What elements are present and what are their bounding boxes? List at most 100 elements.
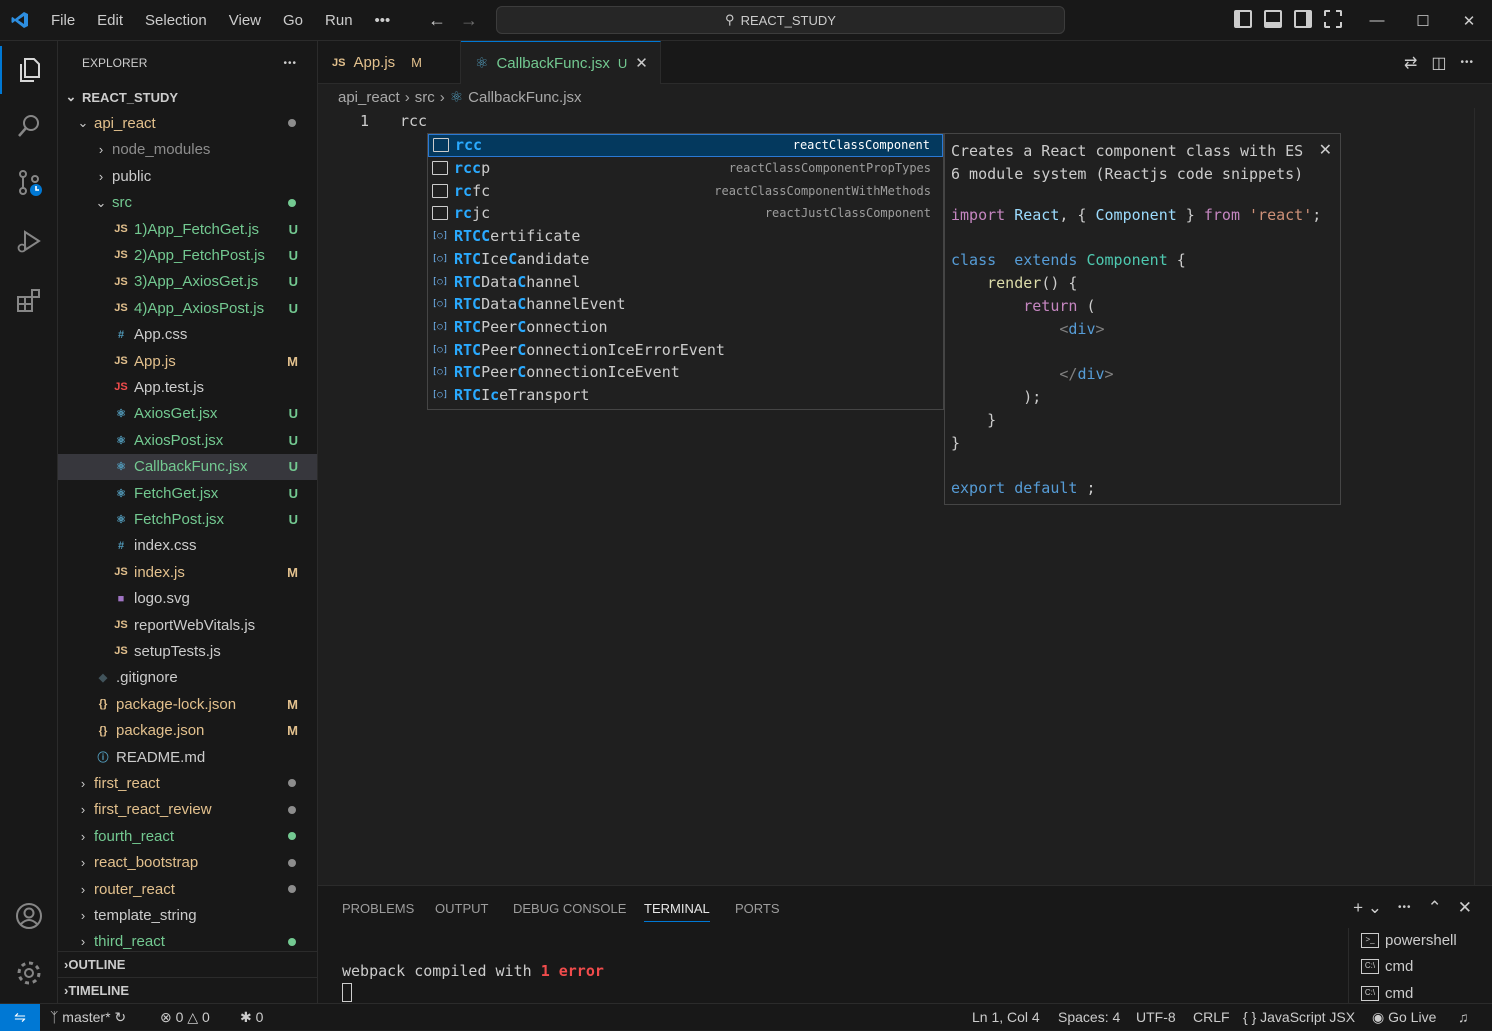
- compare-changes-icon[interactable]: ⇄: [1404, 53, 1417, 73]
- file-item[interactable]: ⚛ FetchGet.jsx U: [58, 480, 317, 506]
- explorer-more-icon[interactable]: •••: [283, 58, 297, 69]
- suggestion-item[interactable]: rccp reactClassComponentPropTypes: [428, 157, 943, 180]
- search-view-icon[interactable]: [0, 102, 58, 150]
- folder-item[interactable]: ⌄ api_react: [58, 110, 317, 136]
- customize-layout-icon[interactable]: [1324, 10, 1342, 28]
- suggestion-item[interactable]: [○] RTCDataChannelEvent: [428, 293, 943, 316]
- maximize-panel-icon[interactable]: ⌃: [1428, 898, 1442, 918]
- suggestion-item[interactable]: [○] RTCPeerConnectionIceErrorEvent: [428, 338, 943, 361]
- menu-view[interactable]: View: [218, 0, 272, 41]
- file-item[interactable]: JS 4)App_AxiosPost.js U: [58, 295, 317, 321]
- file-item[interactable]: ■ logo.svg: [58, 586, 317, 612]
- tab-debug-console[interactable]: DEBUG CONSOLE: [513, 901, 626, 916]
- folder-item[interactable]: › react_bootstrap: [58, 850, 317, 876]
- file-item[interactable]: JS App.test.js: [58, 374, 317, 400]
- tab-ports[interactable]: PORTS: [735, 901, 780, 916]
- folder-item[interactable]: ⌄ src: [58, 190, 317, 216]
- folder-item[interactable]: › first_react: [58, 770, 317, 796]
- terminal-output[interactable]: webpack compiled with 1 error: [342, 962, 604, 980]
- folder-item[interactable]: › template_string: [58, 902, 317, 928]
- minimize-icon[interactable]: —: [1354, 0, 1400, 41]
- run-debug-icon[interactable]: [0, 217, 58, 265]
- breadcrumb-folder[interactable]: api_react: [338, 89, 400, 106]
- tab-terminal[interactable]: TERMINAL: [644, 901, 710, 922]
- suggestion-item[interactable]: [○] RTCDataChannel: [428, 270, 943, 293]
- file-item[interactable]: JS App.js M: [58, 348, 317, 374]
- tab-output[interactable]: OUTPUT: [435, 901, 488, 916]
- suggestion-item[interactable]: rcc reactClassComponent: [428, 134, 943, 157]
- maximize-icon[interactable]: ☐: [1400, 0, 1446, 41]
- close-tab-icon[interactable]: ✕: [635, 54, 648, 72]
- extensions-icon[interactable]: [0, 276, 58, 324]
- breadcrumb-folder[interactable]: src: [415, 89, 435, 106]
- timeline-section[interactable]: › TIMELINE: [58, 977, 317, 1003]
- file-item[interactable]: JS 3)App_AxiosGet.js U: [58, 269, 317, 295]
- manage-gear-icon[interactable]: [0, 949, 58, 997]
- tab-app-js[interactable]: JS App.js M: [318, 41, 461, 84]
- toggle-panel-icon[interactable]: [1264, 10, 1282, 28]
- folder-item[interactable]: › node_modules: [58, 137, 317, 163]
- file-item[interactable]: # index.css: [58, 533, 317, 559]
- menu-file[interactable]: File: [40, 0, 86, 41]
- file-item[interactable]: # App.css: [58, 322, 317, 348]
- file-item[interactable]: ◆ .gitignore: [58, 665, 317, 691]
- file-item[interactable]: ⚛ AxiosPost.jsx U: [58, 427, 317, 453]
- split-editor-icon[interactable]: ◫: [1431, 53, 1446, 73]
- menu-selection[interactable]: Selection: [134, 0, 218, 41]
- outline-section[interactable]: › OUTLINE: [58, 951, 317, 977]
- file-item[interactable]: {} package-lock.json M: [58, 691, 317, 717]
- suggestion-item[interactable]: rcfc reactClassComponentWithMethods: [428, 179, 943, 202]
- file-item[interactable]: {} package.json M: [58, 718, 317, 744]
- close-icon[interactable]: ✕: [1319, 140, 1332, 160]
- toggle-secondary-sidebar-icon[interactable]: [1294, 10, 1312, 28]
- close-panel-icon[interactable]: ✕: [1458, 898, 1472, 918]
- go-live-button[interactable]: ◉ Go Live: [1372, 1009, 1436, 1026]
- suggestion-item[interactable]: [○] RTCIceTransport: [428, 384, 943, 407]
- menu-edit[interactable]: Edit: [86, 0, 134, 41]
- menu-go[interactable]: Go: [272, 0, 314, 41]
- file-item[interactable]: JS index.js M: [58, 559, 317, 585]
- suggestion-item[interactable]: [○] RTCPeerConnection: [428, 316, 943, 339]
- notifications-bell-icon[interactable]: ♫: [1458, 1009, 1469, 1025]
- breadcrumb-file[interactable]: CallbackFunc.jsx: [468, 89, 581, 106]
- file-item[interactable]: ⓘ README.md: [58, 744, 317, 770]
- menu-more[interactable]: •••: [364, 0, 402, 41]
- file-item[interactable]: JS setupTests.js: [58, 638, 317, 664]
- line-endings[interactable]: CRLF: [1193, 1009, 1230, 1025]
- file-item[interactable]: JS reportWebVitals.js: [58, 612, 317, 638]
- file-item[interactable]: JS 2)App_FetchPost.js U: [58, 242, 317, 268]
- panel-more-icon[interactable]: •••: [1398, 898, 1412, 918]
- encoding[interactable]: UTF-8: [1136, 1009, 1176, 1025]
- menu-run[interactable]: Run: [314, 0, 364, 41]
- code-line[interactable]: rcc: [400, 112, 427, 130]
- forward-arrow-icon[interactable]: →: [460, 10, 478, 31]
- accounts-icon[interactable]: [0, 892, 58, 940]
- language-mode[interactable]: { } JavaScript JSX: [1243, 1009, 1355, 1025]
- terminal-item-powershell[interactable]: >_ powershell: [1361, 932, 1457, 949]
- problems-status[interactable]: ⊗ 0 △ 0: [160, 1009, 210, 1026]
- terminal-item-cmd[interactable]: C:\ cmd: [1361, 985, 1413, 1002]
- workspace-root[interactable]: ⌄ REACT_STUDY: [58, 84, 317, 110]
- editor-scrollbar[interactable]: [1474, 108, 1492, 885]
- back-arrow-icon[interactable]: ←: [428, 10, 446, 31]
- tab-problems[interactable]: PROBLEMS: [342, 901, 414, 916]
- branch-status[interactable]: ᛉ master* ↻: [50, 1009, 126, 1026]
- tab-callbackfunc-jsx[interactable]: ⚛ CallbackFunc.jsx U ✕: [461, 41, 661, 84]
- file-item[interactable]: JS 1)App_FetchGet.js U: [58, 216, 317, 242]
- new-terminal-icon[interactable]: + ⌄: [1353, 898, 1382, 918]
- file-item[interactable]: ⚛ FetchPost.jsx U: [58, 506, 317, 532]
- command-center[interactable]: ⚲ REACT_STUDY: [496, 6, 1065, 34]
- toggle-primary-sidebar-icon[interactable]: [1234, 10, 1252, 28]
- cursor-position[interactable]: Ln 1, Col 4: [972, 1009, 1040, 1025]
- file-item[interactable]: ⚛ AxiosGet.jsx U: [58, 401, 317, 427]
- folder-item[interactable]: › fourth_react: [58, 823, 317, 849]
- remote-icon[interactable]: ⇋: [0, 1004, 40, 1031]
- explorer-icon[interactable]: [0, 46, 58, 94]
- suggestion-item[interactable]: [○] RTCIceCandidate: [428, 248, 943, 271]
- indentation[interactable]: Spaces: 4: [1058, 1009, 1120, 1025]
- suggestion-item[interactable]: [○] RTCPeerConnectionIceEvent: [428, 361, 943, 384]
- folder-item[interactable]: › public: [58, 163, 317, 189]
- folder-item[interactable]: › router_react: [58, 876, 317, 902]
- suggestion-item[interactable]: [○] RTCCertificate: [428, 225, 943, 248]
- close-window-icon[interactable]: ✕: [1446, 0, 1492, 41]
